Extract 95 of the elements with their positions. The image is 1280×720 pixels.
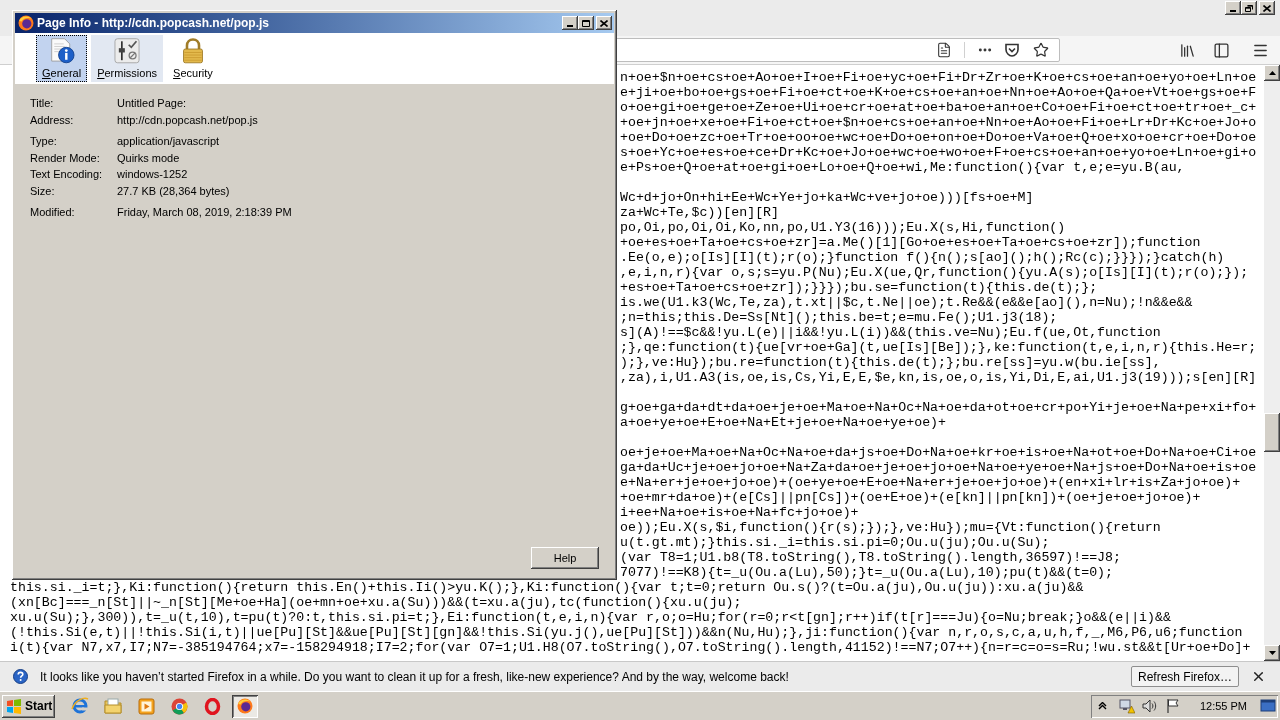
code-line: a+oe+ye+oe+E+oe+Na+Et+je+oe+Na+oe+ye+oe)+	[620, 415, 946, 430]
scroll-thumb[interactable]	[1264, 413, 1280, 452]
pinwheel-icon	[170, 697, 188, 715]
scroll-up-button[interactable]	[1264, 65, 1280, 81]
code-line: oe));Eu.X(s,$i,function(){r(s);});},ve:Hu});mu={Vt:function(){return	[620, 520, 1161, 535]
code-line: g+oe+ga+da+dt+da+oe+je+oe+Ma+oe+Na+Oc+Na+oe+da+ot+oe+cr+po+Yi+je+oe+Na+pe+xi+fo+	[620, 400, 1257, 415]
letter-e-icon	[71, 697, 89, 715]
speaker-icon[interactable]	[1141, 698, 1158, 714]
tab[interactable]: Permissions	[91, 35, 164, 82]
restore-button[interactable]	[1241, 1, 1257, 15]
help-icon	[13, 669, 28, 684]
close-button[interactable]	[596, 16, 612, 30]
ring-icon	[203, 697, 221, 715]
code-line: i(t){var N7,x7,I7;N7=-385194764;x7=-158294918;I7=2;for(var O7=1;U1.H8(O7.toString(),O7.toString().length,41152)!==N7;O7++){n=r=c=o=s=Ru;!wu.st&&t[Ur+oe+Do]+	[10, 640, 1251, 655]
scrollbar[interactable]	[1264, 65, 1280, 661]
four-pane-flag-icon	[6, 698, 22, 714]
code-line: oe+je+oe+Ma+oe+Na+Oc+Na+oe+da+js+oe+Do+Na+oe+kr+oe+is+oe+Na+ot+oe+Do+Na+oe+Ci+oe	[620, 445, 1257, 460]
fox-globe-icon	[237, 698, 253, 714]
notification-message: It looks like you haven’t started Firefox in a while. Do you want to clean it up for a fresh, like-new experience? And by the way, welcome back!	[40, 668, 789, 686]
code-line: u(t.gt.mt);}this.si._i=this.si.pi=0;Ou.u(ju);Ou.u(Su);	[620, 535, 1050, 550]
field-value: http://cdn.popcash.net/pop.js	[117, 112, 258, 128]
code-line: ;n=this;this.De=Ss[Nt]();this.be=t;e=mu.Fe();U1.j3(18);	[620, 310, 1058, 325]
tab[interactable]: General	[36, 35, 88, 82]
field-label: Text Encoding:	[30, 167, 104, 182]
minimize-button[interactable]	[1225, 1, 1241, 15]
field-value: windows-1252	[117, 167, 188, 182]
code-line: +es+oe+Ta+oe+cs+oe+zr]);}}});bu.se=function(t){this.de(t);};	[620, 280, 1098, 295]
restore-icon	[1245, 4, 1253, 12]
close-icon[interactable]	[1251, 669, 1266, 684]
chevron-shield-icon[interactable]	[1004, 42, 1020, 58]
field-value: 27.7 KB (28,364 bytes)	[117, 183, 230, 199]
flag-icon[interactable]	[1164, 698, 1181, 714]
play-icon	[137, 697, 155, 715]
field-value: Untitled Page:	[117, 96, 187, 111]
star-icon[interactable]	[1033, 42, 1049, 58]
scroll-down-button[interactable]	[1264, 645, 1280, 661]
clock[interactable]: 12:55 PM	[1199, 697, 1247, 715]
code-line: +oe+es+oe+Ta+oe+cs+oe+zr]=a.Me()[1][Go+oe+es+oe+Ta+oe+cs+oe+zr]);function	[620, 235, 1201, 250]
maximize-button[interactable]	[578, 16, 594, 30]
field-label: Title:	[30, 96, 55, 111]
refresh-button[interactable]: Refresh Firefox…	[1130, 666, 1239, 687]
code-line: .Ee(o,e);o[Is][I](t);r(o);}function f(){n();s[ao]();h();Rc(c);}}});}catch(h)	[620, 250, 1225, 265]
field-label: Address:	[30, 112, 75, 128]
dialog-title: Page Info - http://cdn.popcash.net/pop.js	[37, 15, 269, 32]
code-line: );},ve:Hu});bu.re=function(t){this.de(t);};bu.re[ss]=yu.w(bu.ie[ss],	[620, 355, 1161, 370]
folder-icon	[104, 698, 122, 714]
code-line: e+Ps+oe+Q+oe+at+oe+gi+oe+Lo+oe+Q+oe+wi,Me:function(){var t,e;e=yu.B(au,	[620, 160, 1185, 175]
field-label: Modified:	[30, 205, 76, 220]
sidebar-icon[interactable]	[1213, 41, 1230, 59]
field-value: Friday, March 08, 2019, 2:18:39 PM	[117, 205, 292, 220]
code-line: (!this.Si(e,t)||!this.Si(i,t)||ue[Pu][St]&&ue[Pu][St][gn]&&!this.Si(yu.j(),ue[Pu][St]))&&n(Nu,Hu);},ji:function(){var n,r,o,s,c,a,u,h,f,_,M6,P6,u6;function	[10, 625, 1243, 640]
close-icon	[600, 19, 608, 27]
help-button[interactable]: Help	[531, 547, 599, 569]
document-icon[interactable]	[936, 42, 952, 58]
field-label: Render Mode:	[30, 150, 101, 166]
maximize-icon	[582, 19, 590, 27]
code-line: s](A)!==$c&&!yu.L(e)||i&&!yu.L(i))&&(this.ve=Nu);Eu.f(ue,Ot,function	[620, 325, 1161, 340]
code-line: s+oe+Yc+oe+es+oe+ce+Dr+Kc+oe+Jo+oe+wc+oe+wo+oe+F+oe+cs+oe+an+oe+yo+oe+Ln+oe+gi+o	[620, 145, 1257, 160]
close-icon	[1263, 4, 1271, 12]
fox-globe-icon	[18, 15, 34, 31]
code-line: xu.u(Su);},300)),t=_u(t,10),t=pu(t)?0:t,this.si.pi=t;},Ei:function(t,e,i,n){var r,o;o=Hu;for(r=0;r<t[gn];r++)if(t[r]===Ju){o=Nu;break;}o&&(e||i)&&	[10, 610, 1171, 625]
code-line: o+oe+gi+oe+ge+oe+Ze+oe+Ui+oe+cr+oe+at+oe+ba+oe+an+oe+Co+oe+Fi+oe+ct+oe+tr+oe+_c+	[620, 100, 1257, 115]
computer-warning-icon[interactable]	[1118, 698, 1135, 714]
code-line: ,za),i,U1.A3(is,oe,is,Cs,Yi,E,E,$e,kn,is,oe,o,is,Yi,Di,E,ai,U1.j3(19)));s[en][R]	[620, 370, 1257, 385]
code-line: +oe+mr+da+oe)+(e[Cs]||pn[Cs])+(oe+E+oe)+(e[kn]||pn[kn])+(oe+je+oe+jo+oe)+	[620, 490, 1201, 505]
code-line: po,Oi,po,Oi,Oi,Ko,nn,po,U1.Y3(16)));Eu.X(s,Hi,function()	[620, 220, 1066, 235]
taskbar-button[interactable]	[232, 694, 258, 718]
code-line: Wc+d+jo+On+hi+Ee+Wc+Ye+jo+ka+Wc+ve+jo+oe)))[fs+oe+M]	[620, 190, 1034, 205]
code-line: za+Wc+Te,$c))[en][R]	[620, 205, 780, 220]
code-line: (var T8=1;U1.b8(T8.toString(),T8.toString().length,36597)!==J8;	[620, 550, 1121, 565]
close-button[interactable]	[1259, 1, 1275, 15]
window-icon[interactable]	[1260, 698, 1276, 714]
double-chevron-up-icon[interactable]	[1097, 702, 1107, 710]
code-line: (xn[Bc]===_n[St]||~_n[St][Me+oe+Ha](oe+mn+oe+xu.a(Su)))&&(t=xu.a(ju),tc(function(){xu.u(ju);	[10, 595, 742, 610]
up-arrow-icon	[1268, 71, 1276, 75]
code-line: i+ee+Na+oe+is+oe+Na+fc+jo+oe)+	[620, 505, 859, 520]
code-line: +oe+jn+oe+xe+oe+Fi+oe+ct+oe+$n+oe+cs+oe+an+oe+Nn+oe+Ao+oe+Fi+oe+Lr+Dr+Kc+oe+Jo+o	[620, 115, 1257, 130]
field-value: application/javascript	[117, 134, 220, 149]
field-label: Size:	[30, 183, 56, 199]
code-line: e+ji+oe+bo+oe+gs+oe+Fi+oe+ct+oe+K+oe+cs+oe+an+oe+Nn+oe+Ao+oe+Qa+oe+Vt+oe+gs+oe+F	[620, 85, 1257, 100]
field-label: Type:	[30, 134, 58, 149]
start-button[interactable]: Start	[2, 694, 55, 718]
code-line: ga+da+Uc+je+oe+jo+oe+Na+Za+da+oe+je+oe+jo+oe+Na+oe+ye+oe+Na+js+oe+Do+Na+oe+is+oe	[620, 460, 1257, 475]
down-arrow-icon	[1268, 651, 1276, 655]
code-line: ,e,i,n,r){var o,s;s=yu.P(Nu);Eu.X(ue,Qr,function(){yu.A(s);o[Is][I](t);r(o);});	[620, 265, 1249, 280]
code-line: ;},qe:function(t){ue[vr+oe+Ga](t,ue[Is][Be]);},ke:function(t,e,i,n,r){this.He=r;	[620, 340, 1257, 355]
field-value: Quirks mode	[117, 150, 180, 166]
books-icon[interactable]	[1179, 41, 1196, 59]
code-line: n+oe+$n+oe+cs+oe+Ao+oe+I+oe+Fi+oe+yc+oe+Fi+Dr+Zr+oe+K+oe+cs+oe+an+oe+yo+oe+Ln+oe	[620, 70, 1257, 85]
code-line: e+Na+er+je+oe+jo+oe)+(oe+ye+oe+E+oe+Na+er+je+oe+jo+oe)+(en+xi+lr+is+Za+jo+oe)+	[620, 475, 1241, 490]
code-line: +oe+Do+oe+zc+oe+Tr+oe+oo+oe+wc+oe+Do+oe+on+oe+Do+oe+Va+oe+Q+oe+xo+oe+cr+oe+Do+oe	[620, 130, 1257, 145]
minimize-button[interactable]	[562, 16, 578, 30]
code-line: 7077)!==K8){t=_u(Ou.a(Lu),50);}t=_u(Ou.a(Lu),10);pu(t)&&(t=0);	[620, 565, 1113, 580]
code-line: is.we(U1.k3(Wc,Te,za),t.xt||$c,t.Ne||oe);t.Re&&(e&&e[ao](),n=Nu);!n&&e&&	[620, 295, 1193, 310]
code-line: this.si._i=t;},Ki:function(){return this.En()+this.Ii()>yu.K();},Ki:function(){var t;t=0;return Ou.s()?(t=Ou.a(ju),Ou.u(ju)):xu.a(ju)&&	[10, 580, 1084, 595]
